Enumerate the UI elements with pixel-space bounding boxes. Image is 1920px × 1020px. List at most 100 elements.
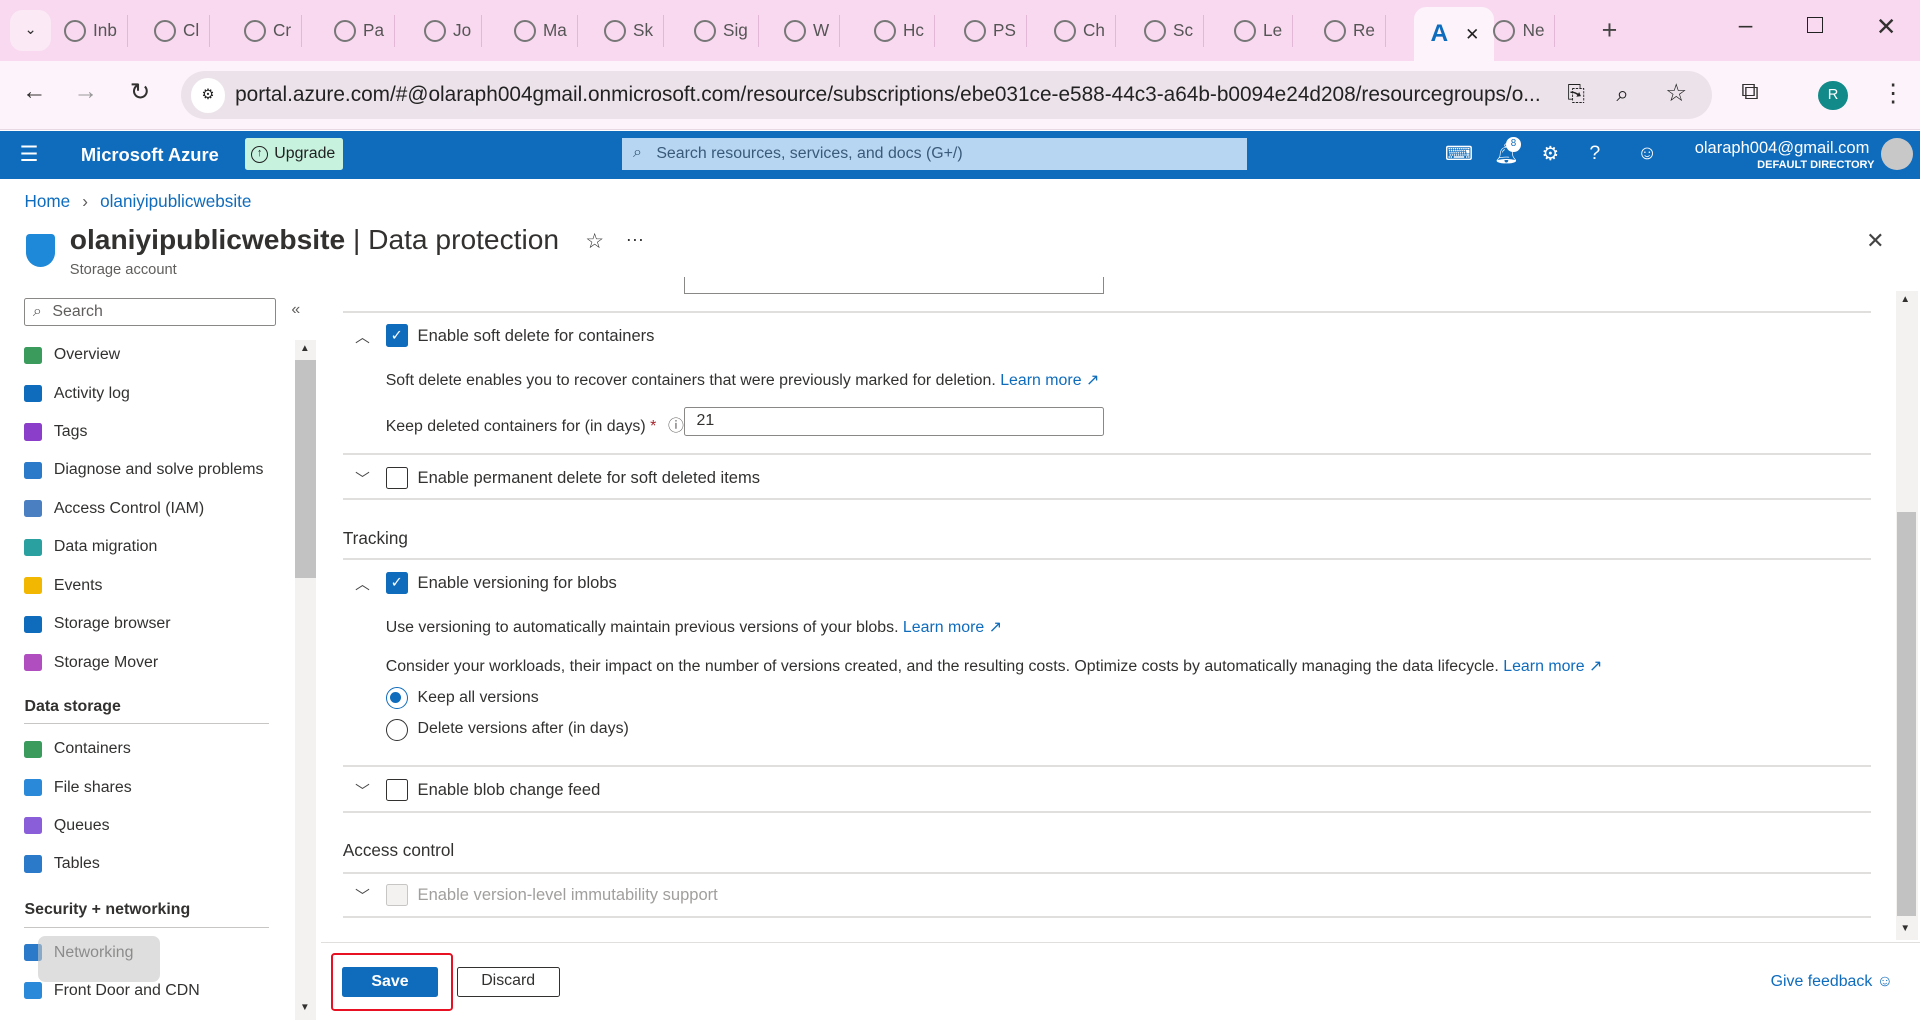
browser-tab[interactable]: Hc [873, 14, 935, 47]
bookmark-star-icon[interactable]: ☆ [1665, 78, 1687, 108]
tab-label: Hc [903, 20, 924, 41]
sidebar-item[interactable]: Events [24, 572, 281, 599]
more-options-icon[interactable]: ··· [626, 228, 644, 250]
soft-delete-containers-checkbox[interactable]: ✓ [385, 324, 408, 347]
overlay-widget[interactable] [37, 935, 161, 983]
tracking-heading: Tracking [342, 527, 408, 548]
sidebar-item-label: Front Door and CDN [53, 981, 200, 999]
browser-tab[interactable]: Inb [63, 14, 128, 47]
google-icon [1323, 19, 1346, 42]
upgrade-button[interactable]: ↑ Upgrade [244, 138, 343, 171]
close-window-button[interactable]: ✕ [1876, 12, 1897, 42]
profile-avatar[interactable]: R [1818, 80, 1848, 111]
sidebar-search-input[interactable]: ⌕ Search [24, 297, 276, 326]
site-info-icon[interactable]: ⚙ [191, 78, 226, 113]
save-button[interactable]: Save [341, 967, 439, 997]
keep-all-versions-radio[interactable] [385, 686, 408, 709]
versioning-desc: Use versioning to automatically maintain… [385, 619, 1003, 637]
install-icon[interactable]: ⎘ [1567, 81, 1585, 107]
user-avatar[interactable] [1880, 138, 1913, 171]
chrome-icon [693, 19, 716, 42]
sidebar-item[interactable]: Tags [24, 419, 281, 446]
tab-search-button[interactable]: ⌄ [9, 9, 52, 52]
sidebar-item[interactable]: File shares [24, 774, 281, 801]
delete-versions-radio[interactable] [385, 718, 408, 741]
settings-icon[interactable]: ⚙ [1542, 142, 1560, 166]
sidebar-item-icon [24, 615, 42, 633]
learn-more-link[interactable]: Learn more [903, 619, 984, 636]
permanent-delete-checkbox[interactable] [385, 466, 408, 489]
divider [342, 765, 1871, 767]
browser-tab[interactable]: Cr [243, 14, 302, 47]
forward-button[interactable]: → [73, 78, 97, 106]
sidebar-scrollbar[interactable]: ▲ ▼ [295, 340, 316, 1020]
sidebar-item[interactable]: Storage browser [24, 611, 281, 638]
close-tab-icon[interactable]: ✕ [1465, 24, 1479, 45]
browser-tab[interactable]: W [783, 14, 840, 47]
sidebar-item[interactable]: Diagnose and solve problems [24, 457, 281, 484]
browser-tab[interactable]: PS [963, 14, 1027, 47]
divider [342, 453, 1871, 455]
learn-more-link[interactable]: Learn more [1503, 658, 1584, 675]
chevron-down-icon[interactable]: ﹀ [355, 885, 370, 906]
versioning-checkbox[interactable]: ✓ [385, 571, 408, 594]
sidebar-item[interactable]: Tables [24, 851, 281, 878]
portal-menu-icon[interactable]: ☰ [20, 142, 39, 167]
sidebar-item[interactable]: Storage Mover [24, 649, 281, 676]
sidebar-item[interactable]: Queues [24, 812, 281, 839]
give-feedback-link[interactable]: Give feedback ☺ [1771, 973, 1893, 991]
discard-button[interactable]: Discard [456, 967, 560, 997]
zoom-icon[interactable]: ⌕ [1616, 81, 1628, 107]
close-blade-icon[interactable]: ✕ [1866, 228, 1884, 254]
user-email[interactable]: olaraph004@gmail.com [1695, 138, 1870, 158]
global-search-input[interactable]: ⌕ Search resources, services, and docs (… [622, 138, 1247, 171]
openai-icon [963, 19, 986, 42]
chevron-up-icon[interactable]: ︿ [355, 326, 370, 347]
help-icon[interactable]: ? [1589, 142, 1600, 165]
restore-button[interactable] [1807, 17, 1824, 34]
info-icon: ⓘ [668, 417, 684, 435]
sidebar-item[interactable]: Data migration [24, 534, 281, 561]
browser-tab[interactable]: Cl [153, 14, 210, 47]
sidebar-item[interactable]: Overview [24, 342, 281, 369]
browser-tab[interactable]: Ch [1053, 14, 1116, 47]
collapse-sidebar-icon[interactable]: « [291, 301, 300, 319]
browser-tab[interactable]: Jo [423, 14, 482, 47]
brand[interactable]: Microsoft Azure [81, 144, 219, 166]
chevron-down-icon[interactable]: ﹀ [355, 780, 370, 801]
new-tab-button[interactable]: + [1602, 15, 1618, 46]
sidebar-item[interactable]: Access Control (IAM) [24, 495, 281, 522]
browser-tab[interactable]: Sc [1143, 14, 1204, 47]
browser-menu-icon[interactable]: ⋮ [1881, 78, 1905, 108]
browser-tab[interactable]: Ma [513, 14, 578, 47]
chevron-down-icon[interactable]: ﹀ [355, 468, 370, 489]
cloud-shell-icon[interactable]: ⌨ [1445, 142, 1473, 166]
minimize-button[interactable]: – [1739, 12, 1753, 40]
previous-field-input[interactable] [684, 276, 1105, 294]
back-button[interactable]: ← [22, 78, 46, 106]
retention-days-input[interactable]: 21 [684, 406, 1105, 436]
sidebar-item-label: Data migration [53, 538, 158, 556]
browser-tab[interactable]: A ✕ [1413, 7, 1495, 62]
learn-more-link[interactable]: Learn more [1000, 372, 1081, 389]
sidebar-item[interactable]: Activity log [24, 380, 281, 407]
breadcrumb-resource[interactable]: olaniyipublicwebsite [100, 191, 251, 211]
browser-tab[interactable]: Ne [1493, 14, 1556, 47]
feedback-icon[interactable]: ☺ [1637, 142, 1657, 165]
immutability-checkbox[interactable] [385, 884, 408, 907]
breadcrumb-home[interactable]: Home [24, 191, 70, 211]
extensions-icon[interactable]: ⧉ [1741, 78, 1758, 106]
favorite-star-icon[interactable]: ☆ [585, 229, 604, 254]
browser-tab[interactable]: Sig [693, 14, 759, 47]
search-placeholder: Search resources, services, and docs (G+… [656, 145, 963, 163]
chevron-up-icon[interactable]: ︿ [355, 573, 370, 594]
url-bar[interactable]: ⚙ portal.azure.com/#@olaraph004gmail.onm… [181, 71, 1712, 119]
browser-tab[interactable]: Le [1233, 14, 1293, 47]
sidebar-item[interactable]: Containers [24, 736, 281, 763]
change-feed-checkbox[interactable] [385, 778, 408, 801]
browser-tab[interactable]: Pa [333, 14, 395, 47]
browser-tab[interactable]: Re [1323, 14, 1386, 47]
browser-tab[interactable]: Sk [603, 14, 664, 47]
reload-button[interactable]: ↻ [130, 77, 151, 107]
main-scrollbar[interactable]: ▲ ▼ [1895, 291, 1918, 941]
